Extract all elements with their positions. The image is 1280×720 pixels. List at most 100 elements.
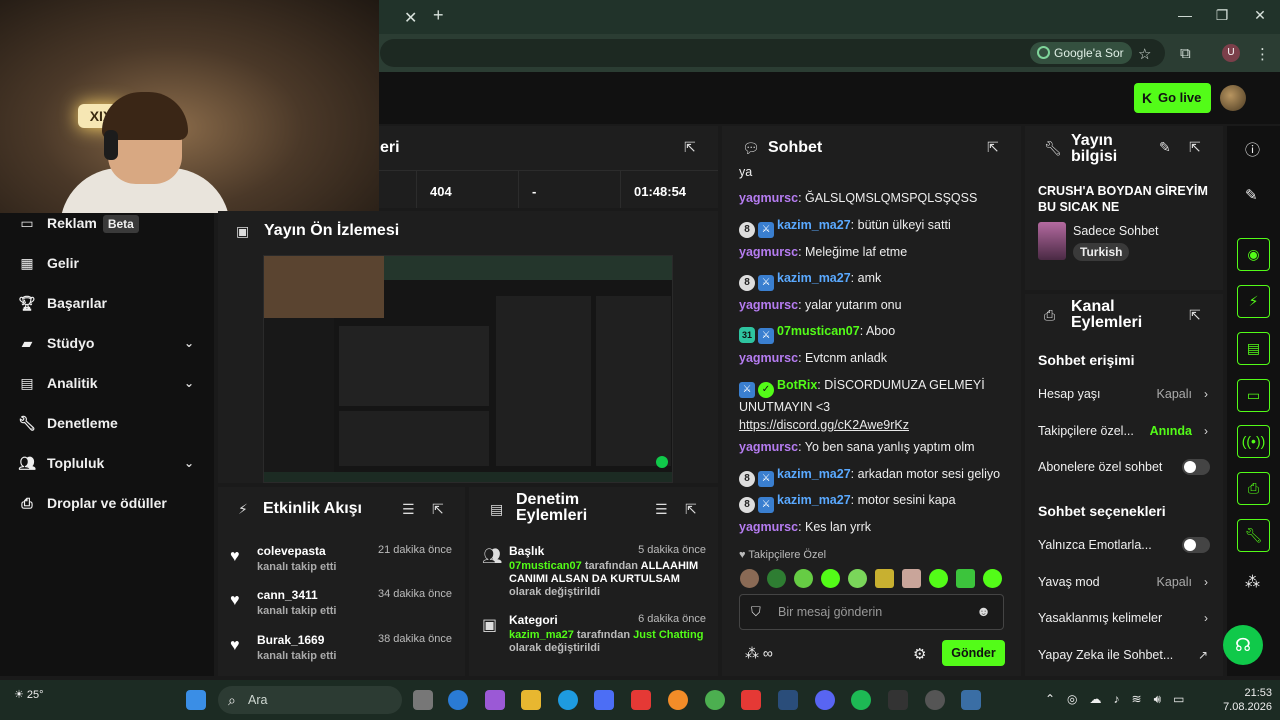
chat-username[interactable]: kazim_ma27 — [777, 218, 851, 232]
follower-name[interactable]: Burak_1669 — [257, 633, 324, 647]
settings-button[interactable]: 🔧︎ — [1237, 519, 1270, 552]
expand-icon[interactable]: ⇱ — [684, 139, 696, 156]
emote-icon[interactable] — [767, 569, 786, 588]
taskbar-clock[interactable]: 21:53 7.08.2026 — [1212, 686, 1272, 714]
kick-points-icon[interactable]: ⁂ ∞ — [745, 645, 773, 662]
avatar[interactable] — [1220, 85, 1246, 111]
weather-widget[interactable]: ☀ 25° — [14, 688, 44, 701]
tab-close-icon[interactable]: ✕ — [404, 8, 417, 28]
app-icon[interactable] — [631, 690, 651, 710]
sidebar-item-droplar[interactable]: ⎙ Droplar ve ödüller — [18, 491, 202, 515]
edit-pencil-icon[interactable]: ✎ — [1159, 139, 1171, 156]
follower-name[interactable]: cann_3411 — [257, 588, 318, 602]
chat-username[interactable]: kazim_ma27 — [777, 493, 851, 507]
windows-start-icon[interactable] — [186, 690, 206, 710]
sidebar-item-analitik[interactable]: ▤ Analitik ⌄ — [18, 371, 202, 395]
terminal-icon[interactable] — [888, 690, 908, 710]
emote-icon[interactable] — [983, 569, 1002, 588]
go-live-button[interactable]: K Go live — [1134, 83, 1212, 113]
channel-button[interactable]: ⎙ — [1237, 472, 1270, 505]
chrome-icon[interactable] — [705, 690, 725, 710]
info-icon[interactable]: ⓘ — [1245, 139, 1260, 160]
system-tray-icons[interactable]: ⌃◎☁♪≋🔊︎▭ — [1045, 692, 1196, 707]
category-name[interactable]: Sadece Sohbet — [1073, 224, 1159, 238]
support-button[interactable]: ☊ — [1223, 625, 1263, 665]
sidebar-item-gelir[interactable]: ▦ Gelir — [18, 251, 202, 275]
action-user[interactable]: 07mustican07 — [509, 560, 582, 572]
steam-icon[interactable] — [778, 690, 798, 710]
chat-username[interactable]: yagmursc — [739, 520, 798, 534]
account-age-setting[interactable]: Hesap yaşı Kapalı › — [1038, 387, 1210, 401]
spotify-icon[interactable] — [851, 690, 871, 710]
maximize-icon[interactable]: ❐ — [1212, 7, 1232, 24]
send-button[interactable]: Gönder — [942, 640, 1005, 666]
activity-button[interactable]: ⚡︎ — [1237, 285, 1270, 318]
copilot-icon[interactable] — [485, 690, 505, 710]
app-icon[interactable] — [668, 690, 688, 710]
expand-icon[interactable]: ⇱ — [987, 139, 999, 156]
emotes-only-toggle[interactable] — [1182, 537, 1210, 553]
broadcast-button[interactable]: ((•)) — [1237, 425, 1270, 458]
emote-icon[interactable] — [740, 569, 759, 588]
chat-username[interactable]: kazim_ma27 — [777, 271, 851, 285]
kick-points-icon[interactable]: ⁂ — [1245, 573, 1260, 591]
filter-icon[interactable]: ☰ — [402, 501, 415, 518]
stream-preview-video[interactable] — [263, 255, 673, 483]
expand-icon[interactable]: ⇱ — [432, 501, 444, 518]
chat-button[interactable]: ▭ — [1237, 379, 1270, 412]
ask-google-button[interactable]: Google'a Sor — [1030, 42, 1132, 64]
sidebar-item-denetleme[interactable]: 🔧︎ Denetleme — [18, 411, 202, 435]
filter-icon[interactable]: ☰ — [655, 501, 668, 518]
browser-profile-avatar[interactable]: U — [1222, 44, 1240, 62]
sidebar-item-reklam[interactable]: ▭ Reklam Beta — [18, 211, 202, 235]
chat-username[interactable]: yagmursc — [739, 191, 798, 205]
bookmark-star-icon[interactable]: ☆ — [1138, 45, 1151, 63]
emote-icon[interactable] — [821, 569, 840, 588]
chat-username[interactable]: yagmursc — [739, 298, 798, 312]
file-explorer-icon[interactable] — [521, 690, 541, 710]
extensions-icon[interactable]: ⧉ — [1180, 45, 1191, 62]
chat-username[interactable]: yagmursc — [739, 351, 798, 365]
chat-username[interactable]: yagmursc — [739, 245, 798, 259]
help-icon[interactable] — [448, 690, 468, 710]
moderation-button[interactable]: ▤ — [1237, 332, 1270, 365]
slow-mode-setting[interactable]: Yavaş mod Kapalı › — [1038, 575, 1210, 589]
banned-words-setting[interactable]: Yasaklanmış kelimeler › — [1038, 611, 1210, 625]
youtube-icon[interactable] — [741, 690, 761, 710]
chat-input[interactable]: ⛉ Bir mesaj gönderin ☻ — [739, 594, 1004, 630]
expand-icon[interactable]: ⇱ — [1189, 139, 1201, 156]
emote-icon[interactable] — [794, 569, 813, 588]
emote-icon[interactable] — [956, 569, 975, 588]
obs-icon[interactable] — [925, 690, 945, 710]
gear-icon[interactable]: ⚙︎ — [913, 645, 926, 663]
store-icon[interactable] — [594, 690, 614, 710]
expand-icon[interactable]: ⇱ — [685, 501, 697, 518]
emote-icon[interactable] — [929, 569, 948, 588]
expand-icon[interactable]: ⇱ — [1189, 307, 1201, 324]
action-user[interactable]: kazim_ma27 — [509, 629, 574, 641]
followers-only-setting[interactable]: Takipçilere özel... Anında › — [1038, 424, 1210, 438]
discord-icon[interactable] — [815, 690, 835, 710]
edit-pencil-icon[interactable]: ✎ — [1245, 186, 1258, 204]
chat-username[interactable]: 07mustican07 — [777, 324, 860, 338]
emote-icon[interactable] — [902, 569, 921, 588]
scene-button[interactable]: ◉ — [1237, 238, 1270, 271]
edge-icon[interactable] — [558, 690, 578, 710]
emote-icon[interactable] — [875, 569, 894, 588]
minimize-icon[interactable]: — — [1175, 7, 1195, 23]
taskbar-search[interactable]: ⌕ Ara — [218, 686, 402, 714]
subs-only-toggle[interactable] — [1182, 459, 1210, 475]
follower-name[interactable]: colevepasta — [257, 544, 326, 558]
window-close-icon[interactable]: ✕ — [1250, 7, 1270, 24]
chat-username[interactable]: kazim_ma27 — [777, 467, 851, 481]
new-tab-icon[interactable]: + — [433, 5, 444, 26]
chat-username[interactable]: yagmursc — [739, 440, 798, 454]
sidebar-item-basarilar[interactable]: 🏆︎ Başarılar — [18, 291, 202, 315]
ai-chat-setting[interactable]: Yapay Zeka ile Sohbet... ↗ — [1038, 648, 1210, 662]
emote-icon[interactable] — [848, 569, 867, 588]
message-link[interactable]: https://discord.gg/cK2Awe9rKz — [739, 418, 909, 432]
sidebar-item-topluluk[interactable]: 👥︎ Topluluk ⌄ — [18, 451, 202, 475]
emoji-icon[interactable]: ☻ — [976, 603, 991, 619]
chat-username[interactable]: BotRix — [777, 378, 817, 392]
calculator-icon[interactable] — [961, 690, 981, 710]
